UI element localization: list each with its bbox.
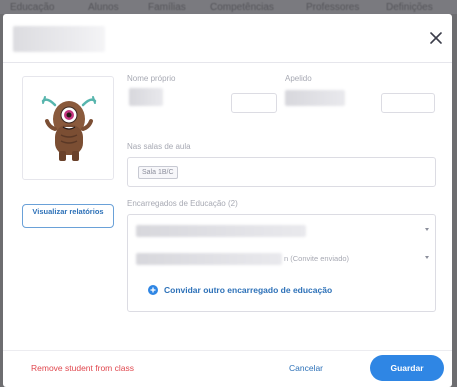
backdrop-nav-item: Educação (10, 2, 55, 13)
student-name-redacted (13, 26, 105, 52)
modal-footer: Remove student from class Cancelar Guard… (3, 350, 452, 387)
guardian-select-2[interactable]: n (Convite enviado) (136, 249, 429, 269)
last-name-label: Apelido (285, 74, 312, 83)
monster-avatar-icon (41, 96, 97, 161)
chevron-down-icon (425, 256, 429, 259)
classes-field[interactable]: Sala 1B/C (127, 157, 436, 187)
class-chip[interactable]: Sala 1B/C (138, 166, 178, 179)
first-name-field[interactable] (231, 93, 277, 113)
backdrop-nav-item: Professores (306, 2, 360, 13)
backdrop-nav-item: Famílias (148, 2, 186, 13)
guardian-status: n (Convite enviado) (284, 254, 350, 263)
classes-label: Nas salas de aula (127, 142, 191, 151)
last-name-redacted (285, 90, 345, 106)
view-reports-button[interactable]: Visualizar relatórios (22, 204, 114, 228)
close-icon[interactable] (429, 31, 443, 45)
backdrop-nav-item: Alunos (88, 2, 119, 13)
backdrop-nav: Educação Alunos Famílias Competências Pr… (0, 0, 457, 14)
guardian-name-redacted (136, 225, 306, 237)
save-button[interactable]: Guardar (370, 355, 444, 381)
plus-circle-icon (148, 285, 158, 295)
guardian-select-1[interactable] (136, 221, 429, 241)
invite-guardian-label: Convidar outro encarregado de educação (164, 285, 333, 295)
guardians-label: Encarregados de Educação (2) (127, 199, 238, 208)
invite-guardian-link[interactable]: Convidar outro encarregado de educação (148, 283, 332, 297)
guardians-field: n (Convite enviado) Convidar outro encar… (127, 214, 436, 312)
chevron-down-icon (425, 228, 429, 231)
first-name-redacted (129, 88, 163, 106)
first-name-label: Nome próprio (127, 74, 176, 83)
cancel-button[interactable]: Cancelar (289, 363, 323, 373)
remove-student-button[interactable]: Remove student from class (31, 363, 134, 373)
modal-header (3, 14, 452, 63)
backdrop-nav-item: Definições (386, 2, 433, 13)
backdrop-nav-item: Competências (210, 2, 274, 13)
guardian-name-redacted (136, 253, 282, 265)
last-name-field[interactable] (381, 93, 435, 113)
avatar[interactable] (22, 76, 114, 180)
edit-student-modal: Visualizar relatórios Nome próprio Apeli… (3, 14, 452, 387)
